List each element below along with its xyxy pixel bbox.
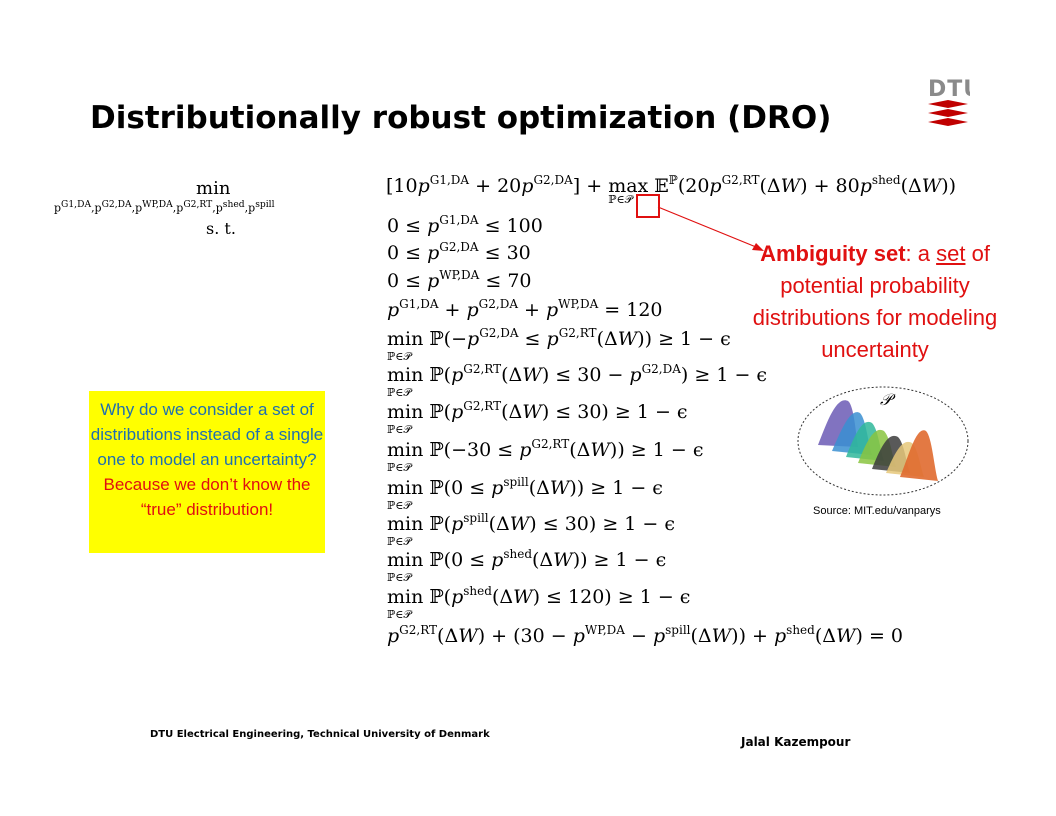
constraint-10: min ℙ∈𝒫 ℙ(pspill(ΔW) ≤ 30) ≥ 1 − ϵ [387, 511, 676, 548]
ambiguity-sep: : a [905, 241, 937, 266]
answer-text: Because we don’t know the “true” distrib… [103, 475, 311, 519]
constraint-7: min ℙ∈𝒫 ℙ(pG2,RT(ΔW) ≤ 30) ≥ 1 − ϵ [387, 399, 688, 436]
constraint-11: min ℙ∈𝒫 ℙ(0 ≤ pshed(ΔW)) ≥ 1 − ϵ [387, 547, 667, 584]
question-text: Why do we consider a set of distribution… [90, 400, 324, 469]
ambiguity-underlined: set [936, 241, 966, 266]
footer-author: Jalal Kazempour [741, 735, 851, 749]
constraint-13: pG2,RT(ΔW) + (30 − pWP,DA − pspill(ΔW)) … [387, 623, 904, 647]
objective-function: [10pG1,DA + 20pG2,DA] + max ℙ∈𝒫 𝔼ℙ(20pG2,… [386, 173, 957, 206]
subject-to: s. t. [206, 219, 236, 238]
constraint-1: 0 ≤ pG1,DA ≤ 100 [387, 213, 543, 237]
distribution-set-illustration: 𝒫 [797, 386, 969, 496]
constraint-5: min ℙ∈𝒫 ℙ(−pG2,DA ≤ pG2,RT(ΔW)) ≥ 1 − ϵ [387, 326, 731, 363]
ambiguity-set-symbol: 𝒫 [880, 390, 896, 409]
min-variables: pG1,DA,pG2,DA,pWP,DA,pG2,RT,pshed,pspill [54, 199, 275, 215]
ambiguity-bold: Ambiguity set [760, 241, 906, 266]
question-box: Why do we consider a set of distribution… [89, 391, 325, 553]
constraint-12: min ℙ∈𝒫 ℙ(pshed(ΔW) ≤ 120) ≥ 1 − ϵ [387, 584, 691, 621]
constraint-9: min ℙ∈𝒫 ℙ(0 ≤ pspill(ΔW)) ≥ 1 − ϵ [387, 475, 663, 512]
slide-title: Distributionally robust optimization (DR… [90, 100, 832, 136]
constraint-2: 0 ≤ pG2,DA ≤ 30 [387, 240, 531, 264]
constraint-6: min ℙ∈𝒫 ℙ(pG2,RT(ΔW) ≤ 30 − pG2,DA) ≥ 1 −… [387, 362, 768, 399]
dtu-logo-text: DTU [928, 77, 970, 102]
min-operator: min [196, 178, 231, 199]
ambiguity-set-annotation: Ambiguity set: a set of potential probab… [747, 238, 1003, 366]
constraint-8: min ℙ∈𝒫 ℙ(−30 ≤ pG2,RT(ΔW)) ≥ 1 − ϵ [387, 437, 704, 474]
constraint-3: 0 ≤ pWP,DA ≤ 70 [387, 268, 532, 292]
dtu-logo: DTU [928, 77, 970, 126]
footer-institution: DTU Electrical Engineering, Technical Un… [150, 729, 490, 740]
image-source: Source: MIT.edu/vanparys [813, 505, 941, 517]
constraint-4: pG1,DA + pG2,DA + pWP,DA = 120 [387, 297, 663, 321]
